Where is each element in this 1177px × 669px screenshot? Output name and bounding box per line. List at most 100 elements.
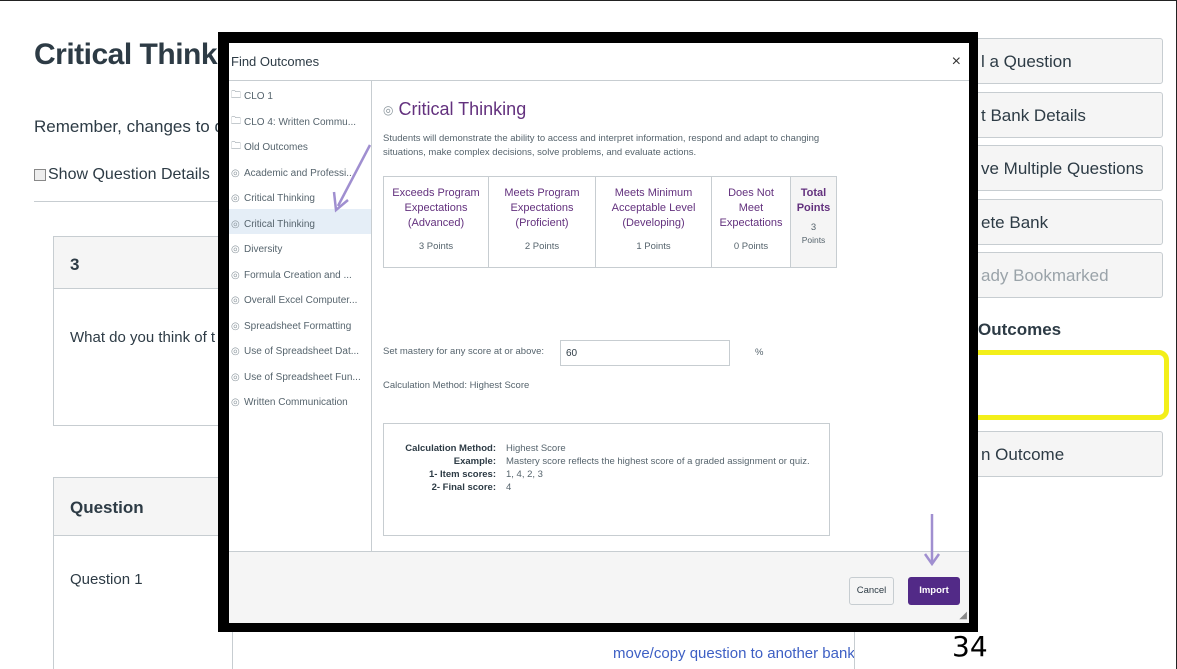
dialog-header: Find Outcomes ×	[229, 43, 969, 81]
folder-icon: 🗀	[231, 115, 241, 127]
annotation-arrow-icon	[332, 144, 372, 213]
outcome-icon: ◎	[231, 320, 240, 332]
tree-item-outcome[interactable]: ◎ Use of Spreadsheet Fun...	[229, 362, 371, 388]
calc-value: 1, 4, 2, 3	[506, 469, 543, 480]
dialog-title: Find Outcomes	[231, 54, 320, 69]
outcome-icon: ◎	[231, 167, 240, 179]
tree-item-folder[interactable]: 🗀 CLO 1	[229, 81, 371, 107]
outcome-title-text: Critical Thinking	[398, 99, 527, 119]
tree-item-label: Overall Excel Computer...	[244, 295, 358, 307]
move-multiple-questions-button[interactable]: ve Multiple Questions	[960, 145, 1163, 191]
rubric-total-value: 3	[810, 222, 817, 233]
align-outcome-button[interactable]: n Outcome	[960, 431, 1163, 477]
tree-item-folder[interactable]: 🗀 CLO 4: Written Commu...	[229, 107, 371, 133]
tree-item-label: Use of Spreadsheet Dat...	[244, 346, 360, 358]
rubric-points: 0 Points	[733, 241, 769, 252]
rubric-label: Exceeds Program Expectations (Advanced)	[392, 187, 480, 229]
mastery-input[interactable]	[560, 340, 730, 366]
calc-key: Calculation Method:	[405, 443, 496, 454]
rubric-total-label: Total Points	[796, 187, 831, 214]
outcome-icon: ◎	[231, 193, 240, 205]
tree-item-outcome[interactable]: ◎ Diversity	[229, 234, 371, 260]
tree-item-outcome[interactable]: ◎ Formula Creation and ...	[229, 260, 371, 286]
rubric-cell: Does Not Meet Expectations 0 Points	[711, 176, 791, 268]
tree-item-outcome[interactable]: ◎ Spreadsheet Formatting	[229, 311, 371, 337]
rubric-total-unit: Points	[801, 235, 826, 245]
show-question-details-label: Show Question Details	[48, 166, 210, 183]
mastery-label: Set mastery for any score at or above:	[383, 346, 545, 357]
outcome-icon: ◎	[231, 295, 240, 307]
tree-item-outcome[interactable]: ◎ Use of Spreadsheet Dat...	[229, 336, 371, 362]
changes-note: Remember, changes to qu	[34, 117, 234, 136]
dialog-footer: Cancel Import ◢	[229, 551, 969, 623]
calc-key: Example:	[453, 456, 496, 467]
tree-item-outcome[interactable]: ◎ Overall Excel Computer...	[229, 285, 371, 311]
tree-item-label: Old Outcomes	[244, 142, 308, 154]
tree-item-label: Use of Spreadsheet Fun...	[244, 371, 361, 383]
calculation-example-box: Calculation Method: Highest Score Example…	[383, 423, 830, 536]
rubric-label: Meets Minimum Acceptable Level (Developi…	[611, 187, 696, 229]
close-icon[interactable]: ×	[952, 53, 961, 71]
annotation-arrow-down-icon	[923, 514, 941, 567]
calc-row: Example: Mastery score reflects the highe…	[400, 455, 813, 468]
calculation-method-label: Calculation Method: Highest Score	[383, 380, 530, 391]
rubric-points: 1 Points	[636, 241, 671, 252]
rubric-label: Does Not Meet Expectations	[719, 187, 783, 229]
calc-row: 2- Final score: 4	[400, 481, 813, 494]
calc-value: Highest Score	[506, 443, 566, 454]
find-outcomes-dialog: Find Outcomes × 🗀 CLO 1 🗀 CLO 4: Written C…	[229, 43, 969, 623]
already-bookmarked-button: ady Bookmarked	[960, 252, 1163, 298]
outcome-icon: ◎	[231, 269, 240, 281]
rubric-points: 3 Points	[418, 241, 454, 252]
tree-item-label: Diversity	[244, 244, 283, 256]
rubric-label: Meets Program Expectations (Proficient)	[504, 187, 580, 229]
outcome-description: Students will demonstrate the ability to…	[383, 133, 820, 158]
delete-bank-button[interactable]: ete Bank	[960, 199, 1163, 245]
import-button[interactable]: Import	[908, 577, 960, 605]
calc-value: Mastery score reflects the highest score…	[506, 456, 810, 467]
question-text-2: Question 1	[70, 571, 143, 588]
cancel-button[interactable]: Cancel	[849, 577, 894, 605]
edit-bank-details-button[interactable]: t Bank Details	[960, 92, 1163, 138]
tree-item-outcome[interactable]: ◎ Written Communication	[229, 387, 371, 413]
question-card-2: Question Question 1	[53, 477, 233, 669]
page-title: Critical Thinki	[34, 38, 225, 71]
outcome-icon: ◎	[231, 371, 240, 383]
folder-icon: 🗀	[231, 90, 241, 102]
outcomes-heading: Outcomes	[978, 320, 1062, 339]
calc-key: 1- Item scores:	[428, 469, 496, 480]
question-heading: Question	[54, 478, 232, 536]
slide-page-number: 34	[952, 630, 988, 663]
outcome-icon: ◎	[383, 102, 394, 117]
calc-value: 4	[506, 482, 512, 493]
rubric-total-cell: Total Points 3 Points	[790, 176, 837, 268]
rubric-cell: Meets Minimum Acceptable Level (Developi…	[595, 176, 712, 268]
mastery-unit: %	[755, 347, 764, 358]
move-copy-link[interactable]: move/copy question to another bank	[613, 645, 855, 662]
resize-handle-icon[interactable]: ◢	[959, 610, 967, 621]
question-number: 3	[54, 237, 232, 289]
tree-item-label: Spreadsheet Formatting	[244, 320, 352, 332]
add-question-button[interactable]: l a Question	[960, 38, 1163, 84]
outcome-icon: ◎	[231, 397, 240, 409]
calc-row: Calculation Method: Highest Score	[400, 442, 813, 455]
outcome-icon: ◎	[231, 244, 240, 256]
divider	[34, 201, 224, 202]
tree-item-label: Critical Thinking	[244, 193, 315, 205]
outcome-icon: ◎	[231, 218, 240, 230]
tree-item-label: CLO 4: Written Commu...	[244, 116, 357, 128]
folder-icon: 🗀	[231, 141, 241, 153]
question-card: 3 What do you think of t	[53, 236, 233, 426]
question-text: What do you think of t	[70, 329, 216, 346]
calc-row: 1- Item scores: 1, 4, 2, 3	[400, 468, 813, 481]
tree-item-label: Formula Creation and ...	[244, 269, 352, 281]
outcome-title: ◎ Critical Thinking	[383, 99, 526, 120]
show-question-details-checkbox[interactable]: Show Question Details	[34, 166, 210, 184]
rubric-cell: Meets Program Expectations (Proficient) 2…	[488, 176, 596, 268]
calc-key: 2- Final score:	[431, 482, 496, 493]
outcome-icon: ◎	[231, 346, 240, 358]
rubric-points: 2 Points	[524, 241, 560, 252]
tree-item-label: CLO 1	[244, 91, 273, 103]
rubric-table: Exceeds Program Expectations (Advanced) 3…	[383, 176, 837, 268]
checkbox-box[interactable]	[34, 169, 46, 181]
